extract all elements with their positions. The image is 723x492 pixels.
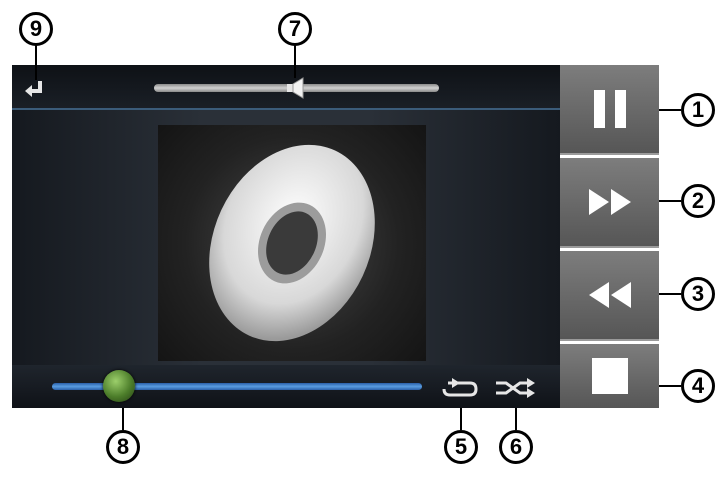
callout-3: 3 [681, 277, 715, 311]
fast-forward-icon [588, 189, 631, 215]
return-arrow-icon [25, 81, 42, 97]
album-artwork [158, 125, 426, 361]
callout-8: 8 [106, 430, 140, 464]
seek-knob[interactable] [103, 370, 135, 402]
callout-line-9 [35, 44, 37, 80]
top-bar [12, 65, 560, 110]
next-button[interactable] [560, 158, 659, 248]
volume-knob[interactable] [285, 77, 307, 99]
callout-1: 1 [681, 93, 715, 127]
previous-button[interactable] [560, 251, 659, 341]
back-button[interactable] [22, 79, 50, 101]
callout-2: 2 [681, 184, 715, 218]
callout-4: 4 [681, 369, 715, 403]
callout-line-2 [659, 200, 681, 202]
repeat-icon [442, 378, 478, 397]
stop-icon [591, 358, 628, 394]
shuffle-icon [496, 378, 535, 398]
control-sidebar [560, 65, 659, 408]
bottom-bar [12, 365, 560, 408]
callout-5: 5 [444, 430, 478, 464]
callout-line-6 [515, 408, 517, 430]
callout-6: 6 [499, 430, 533, 464]
speaker-icon [287, 77, 304, 99]
callout-line-1 [659, 109, 681, 111]
pause-button[interactable] [560, 65, 659, 155]
shuffle-button[interactable] [494, 377, 536, 399]
callout-line-4 [659, 385, 681, 387]
callout-9: 9 [19, 12, 53, 46]
pause-icon [593, 90, 626, 128]
callout-7: 7 [278, 12, 312, 46]
callout-line-8 [122, 408, 124, 430]
callout-line-3 [659, 293, 681, 295]
callout-line-5 [460, 408, 462, 430]
stop-button[interactable] [560, 344, 659, 408]
player-screen [12, 65, 560, 408]
callout-line-7 [294, 44, 296, 78]
rewind-icon [588, 282, 631, 308]
disc-icon [209, 144, 375, 342]
repeat-button[interactable] [440, 377, 480, 399]
